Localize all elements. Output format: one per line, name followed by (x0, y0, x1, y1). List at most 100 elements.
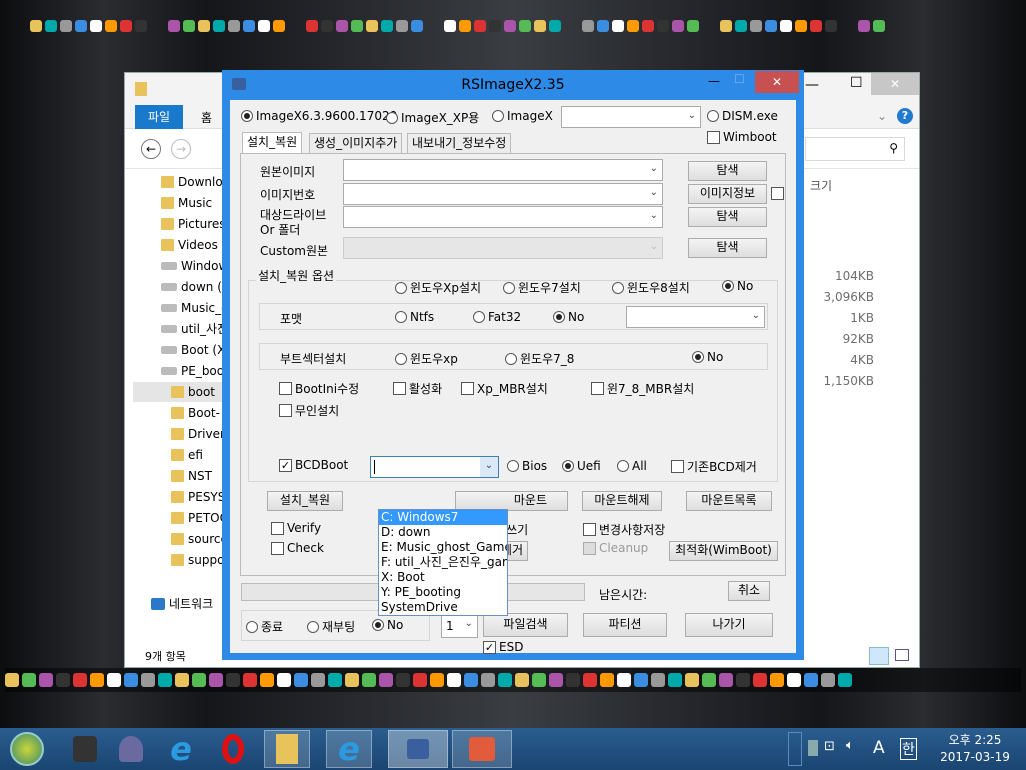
shortcut-icon[interactable] (379, 673, 393, 687)
radio-imagex-xp[interactable]: ImageX_XP용 (386, 109, 479, 126)
shortcut-icon[interactable] (549, 673, 563, 687)
checkbox-bcdboot[interactable]: ✓ BCDBoot (279, 458, 348, 472)
nav-item[interactable]: PE_boot (161, 361, 229, 381)
count-combo[interactable]: 1 ⌄ (441, 614, 478, 638)
maximize-button[interactable]: ☐ (850, 75, 863, 91)
shortcut-icon[interactable] (39, 673, 53, 687)
checkbox-xp-mbr[interactable]: Xp_MBR설치 (461, 380, 548, 397)
shortcut-icon[interactable] (719, 673, 733, 687)
shortcut-icon[interactable] (158, 673, 172, 687)
custom-source-combo[interactable]: ⌄ (343, 237, 663, 259)
shortcut-icon[interactable] (702, 673, 716, 687)
shortcut-icon[interactable] (617, 673, 631, 687)
nav-item[interactable]: util_사진 (161, 319, 228, 339)
shortcut-icon[interactable] (825, 20, 837, 32)
shortcut-icon[interactable] (105, 20, 117, 32)
checkbox-save-changes[interactable]: 변경사항저장 (583, 521, 665, 538)
shortcut-icon[interactable] (321, 20, 333, 32)
shortcut-icon[interactable] (444, 20, 456, 32)
shortcut-icon[interactable] (753, 673, 767, 687)
tab-file[interactable]: 파일 (135, 105, 183, 129)
shortcut-icon[interactable] (120, 20, 132, 32)
shortcut-icon[interactable] (381, 20, 393, 32)
shortcut-icon[interactable] (687, 20, 699, 32)
dropdown-option[interactable]: E: Music_ghost_Game (379, 540, 507, 555)
shortcut-icon[interactable] (787, 673, 801, 687)
image-info-button[interactable]: 이미지정보 (688, 184, 767, 204)
shortcut-icon[interactable] (277, 673, 291, 687)
shortcut-icon[interactable] (73, 673, 87, 687)
nav-item[interactable]: source (171, 529, 228, 549)
browse-target-button[interactable]: 탐색 (688, 207, 767, 227)
taskbar-app-ie[interactable]: e (158, 730, 204, 768)
shortcut-icon[interactable] (770, 673, 784, 687)
shortcut-icon[interactable] (56, 673, 70, 687)
shortcut-icon[interactable] (45, 20, 57, 32)
shortcut-icon[interactable] (858, 20, 870, 32)
nav-item[interactable]: Pictures (161, 214, 226, 234)
radio-bcd-bios[interactable]: Bios (507, 459, 547, 473)
image-info-checkbox[interactable] (771, 187, 784, 200)
shortcut-icon[interactable] (328, 673, 342, 687)
shortcut-icon[interactable] (30, 20, 42, 32)
minimize-button[interactable]: — (708, 74, 720, 88)
cancel-button[interactable]: 취소 (728, 581, 770, 601)
shortcut-icon[interactable] (750, 20, 762, 32)
nav-item[interactable]: efi (171, 445, 203, 465)
start-button[interactable] (4, 730, 50, 768)
radio-format-ntfs[interactable]: Ntfs (395, 310, 434, 324)
taskbar-app-explorer-dark[interactable] (62, 730, 108, 768)
radio-bootsector-win78[interactable]: 윈도우7_8 (505, 350, 574, 367)
shortcut-icon[interactable] (642, 20, 654, 32)
mount-list-button[interactable]: 마운트목록 (686, 491, 772, 511)
taskbar-app-powerpoint[interactable] (452, 730, 512, 768)
shortcut-icon[interactable] (175, 673, 189, 687)
taskbar-app-ie-open[interactable]: e (326, 730, 372, 768)
radio-format-no[interactable]: No (553, 310, 584, 324)
tab-install-restore[interactable]: 설치_복원 (242, 132, 303, 154)
dropdown-option[interactable]: F: util_사진_은진우_game (379, 555, 507, 570)
shortcut-icon[interactable] (600, 673, 614, 687)
nav-item[interactable]: Window (161, 256, 228, 276)
details-view-icon[interactable] (869, 647, 889, 665)
shortcut-icon[interactable] (430, 673, 444, 687)
shortcut-icon[interactable] (720, 20, 732, 32)
target-drive-combo[interactable]: ⌄ (343, 206, 663, 228)
taskbar-app-opera[interactable] (210, 730, 256, 768)
dropdown-option[interactable]: SystemDrive (379, 600, 507, 615)
checkbox-esd[interactable]: ✓ ESD (483, 640, 523, 654)
search-box[interactable]: ⚲ (805, 137, 905, 161)
checkbox-win78-mbr[interactable]: 윈7_8_MBR설치 (591, 380, 694, 397)
partition-button[interactable]: 파티션 (583, 613, 667, 637)
nav-item[interactable]: PESYS (171, 487, 225, 507)
shortcut-icon[interactable] (459, 20, 471, 32)
radio-reboot[interactable]: 재부팅 (307, 618, 355, 635)
minimize-button[interactable]: — (805, 77, 819, 93)
shortcut-icon[interactable] (260, 673, 274, 687)
shortcut-icon[interactable] (336, 20, 348, 32)
radio-format-fat32[interactable]: Fat32 (473, 310, 521, 324)
network-icon[interactable]: ⊡ (824, 739, 835, 754)
shortcut-icon[interactable] (396, 20, 408, 32)
install-restore-button[interactable]: 설치_복원 (267, 491, 343, 511)
shortcut-icon[interactable] (668, 673, 682, 687)
shortcut-icon[interactable] (515, 673, 529, 687)
checkbox-bootini[interactable]: BootIni수정 (279, 380, 359, 397)
shortcut-icon[interactable] (362, 673, 376, 687)
shortcut-icon[interactable] (519, 20, 531, 32)
checkbox-unattended[interactable]: 무인설치 (279, 402, 339, 419)
nav-item[interactable]: PETOO (171, 508, 229, 528)
engine-path-combo[interactable]: ⌄ (561, 106, 701, 128)
volume-icon[interactable]: 🔈︎ (846, 738, 854, 753)
nav-item[interactable]: NST (171, 466, 212, 486)
taskbar-app-rsimagex[interactable] (388, 730, 448, 768)
shortcut-icon[interactable] (672, 20, 684, 32)
shortcut-icon[interactable] (60, 20, 72, 32)
shortcut-icon[interactable] (765, 20, 777, 32)
column-size-header[interactable]: 크기 (810, 177, 832, 194)
shortcut-icon[interactable] (22, 673, 36, 687)
shortcut-icon[interactable] (838, 673, 852, 687)
shortcut-icon[interactable] (411, 20, 423, 32)
shortcut-icon[interactable] (597, 20, 609, 32)
shortcut-icon[interactable] (464, 673, 478, 687)
